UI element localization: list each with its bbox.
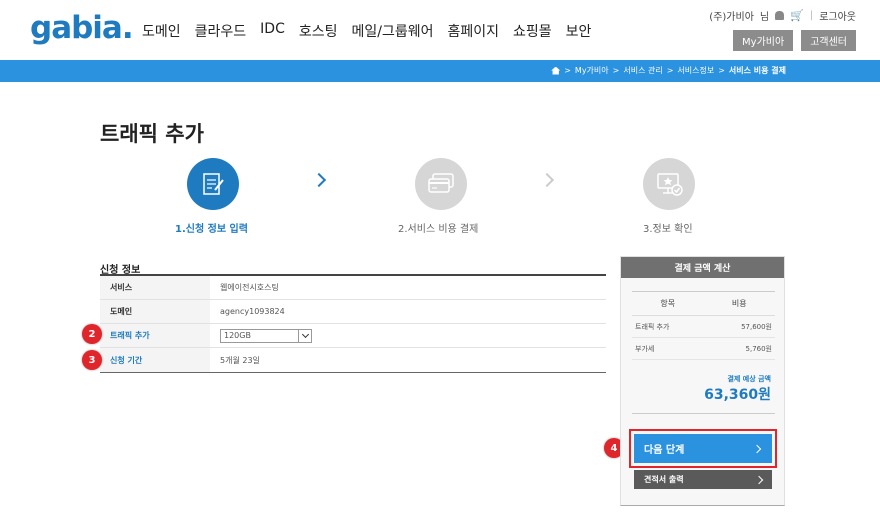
divider — [632, 413, 775, 414]
pay-item: 트래픽 추가 — [635, 322, 670, 331]
pay-item: 부가세 — [635, 344, 655, 353]
col-item: 항목 — [660, 299, 676, 308]
breadcrumb-current: 서비스 비용 결제 — [728, 66, 786, 75]
nav-shoppingmall[interactable]: 쇼핑몰 — [513, 21, 552, 41]
print-quote-button[interactable]: 견적서 출력 — [634, 470, 772, 489]
chevron-right-icon — [752, 444, 762, 453]
total-value: 63,360원 — [704, 387, 771, 403]
breadcrumb-bar: > My가비아 > 서비스 관리 > 서비스정보 > 서비스 비용 결제 — [0, 60, 880, 82]
traffic-select[interactable]: 120GB — [220, 328, 312, 343]
payment-title: 결제 금액 계산 — [621, 257, 784, 278]
table-row: 부가세 5,760원 — [632, 338, 775, 360]
breadcrumb-sep: > — [718, 66, 725, 75]
pay-cost: 57,600원 — [741, 322, 772, 331]
nav-homepage[interactable]: 홈페이지 — [448, 21, 500, 41]
col-cost: 비용 — [731, 299, 747, 308]
nav-hosting[interactable]: 호스팅 — [299, 21, 338, 41]
nav-domain[interactable]: 도메인 — [142, 21, 181, 41]
row-label: 도메인 — [100, 300, 210, 323]
domain-value: agency1093824 — [220, 307, 285, 316]
row-label: 서비스 — [100, 276, 210, 299]
table-row: 서비스 웹에이전시호스팅 — [100, 276, 606, 300]
row-label: 신청 기간 — [100, 348, 210, 372]
utility-bar: (주)가비아 님 🛒 | 로그아웃 — [709, 8, 856, 23]
traffic-cell: 120GB — [210, 324, 606, 347]
print-quote-label: 견적서 출력 — [644, 475, 684, 484]
chevron-down-icon[interactable] — [298, 329, 311, 342]
breadcrumb-sep: > — [612, 66, 620, 75]
marker-badge: 2 — [82, 324, 102, 344]
table-row: 신청 기간 5개월 23일 — [100, 348, 606, 372]
payment-panel: 결제 금액 계산 항목 비용 트래픽 추가 57,600원 부가세 5,760원… — [620, 256, 785, 506]
page-title: 트래픽 추가 — [100, 122, 204, 146]
service-value: 웹에이전시호스팅 — [220, 283, 279, 292]
marker-badge: 3 — [82, 350, 102, 370]
chevron-right-icon — [754, 475, 764, 484]
pay-cost: 5,760원 — [745, 344, 772, 353]
traffic-select-value: 120GB — [224, 331, 251, 340]
customer-center-button[interactable]: 고객센터 — [801, 30, 856, 51]
nav-cloud[interactable]: 클라우드 — [195, 21, 247, 41]
user-suffix: 님 — [759, 12, 770, 23]
divider: | — [809, 10, 814, 21]
period-value: 5개월 23일 — [220, 355, 260, 365]
info-table: 서비스 웹에이전시호스팅 도메인 agency1093824 트래픽 추가 12… — [100, 274, 606, 373]
table-row: 도메인 agency1093824 — [100, 300, 606, 324]
breadcrumb-sep: > — [666, 66, 674, 75]
breadcrumb-sep: > — [564, 66, 571, 75]
breadcrumb-item[interactable]: My가비아 — [575, 65, 609, 76]
main-nav: 도메인 클라우드 IDC 호스팅 메일/그룹웨어 홈페이지 쇼핑몰 보안 — [142, 21, 591, 41]
nav-security[interactable]: 보안 — [566, 21, 592, 41]
home-icon[interactable] — [551, 66, 561, 75]
gabia-logo[interactable]: gabia. — [30, 10, 134, 46]
total-label: 결제 예상 금액 — [727, 375, 771, 383]
step-1-label: 1.신청 정보 입력 — [175, 224, 248, 235]
step-2-label: 2.서비스 비용 결제 — [398, 224, 479, 235]
payment-table: 항목 비용 트래픽 추가 57,600원 부가세 5,760원 — [632, 291, 775, 360]
step-1-icon — [187, 158, 239, 210]
breadcrumb-item[interactable]: 서비스정보 — [677, 65, 714, 76]
cart-icon[interactable]: 🛒 — [790, 9, 804, 22]
nav-idc[interactable]: IDC — [260, 21, 285, 41]
step-3-label: 3.정보 확인 — [643, 224, 693, 235]
next-step-label: 다음 단계 — [644, 445, 685, 456]
bell-icon[interactable] — [775, 11, 785, 20]
breadcrumb: > My가비아 > 서비스 관리 > 서비스정보 > 서비스 비용 결제 — [551, 65, 786, 76]
user-name: (주)가비아 — [709, 12, 754, 23]
payment-header: 항목 비용 — [632, 291, 775, 316]
step-3-icon — [643, 158, 695, 210]
table-row: 트래픽 추가 57,600원 — [632, 316, 775, 338]
breadcrumb-item[interactable]: 서비스 관리 — [623, 65, 662, 76]
table-row: 트래픽 추가 120GB — [100, 324, 606, 348]
utility-buttons: My가비아 고객센터 — [733, 30, 856, 51]
logout-link[interactable]: 로그아웃 — [819, 8, 856, 23]
nav-mail-groupware[interactable]: 메일/그룹웨어 — [352, 21, 434, 41]
next-step-button[interactable]: 다음 단계 — [629, 429, 777, 468]
chevron-right-icon — [539, 172, 555, 188]
chevron-right-icon — [311, 172, 327, 188]
row-label: 트래픽 추가 — [100, 324, 210, 347]
step-2-icon — [415, 158, 467, 210]
my-gabia-button[interactable]: My가비아 — [733, 30, 794, 51]
